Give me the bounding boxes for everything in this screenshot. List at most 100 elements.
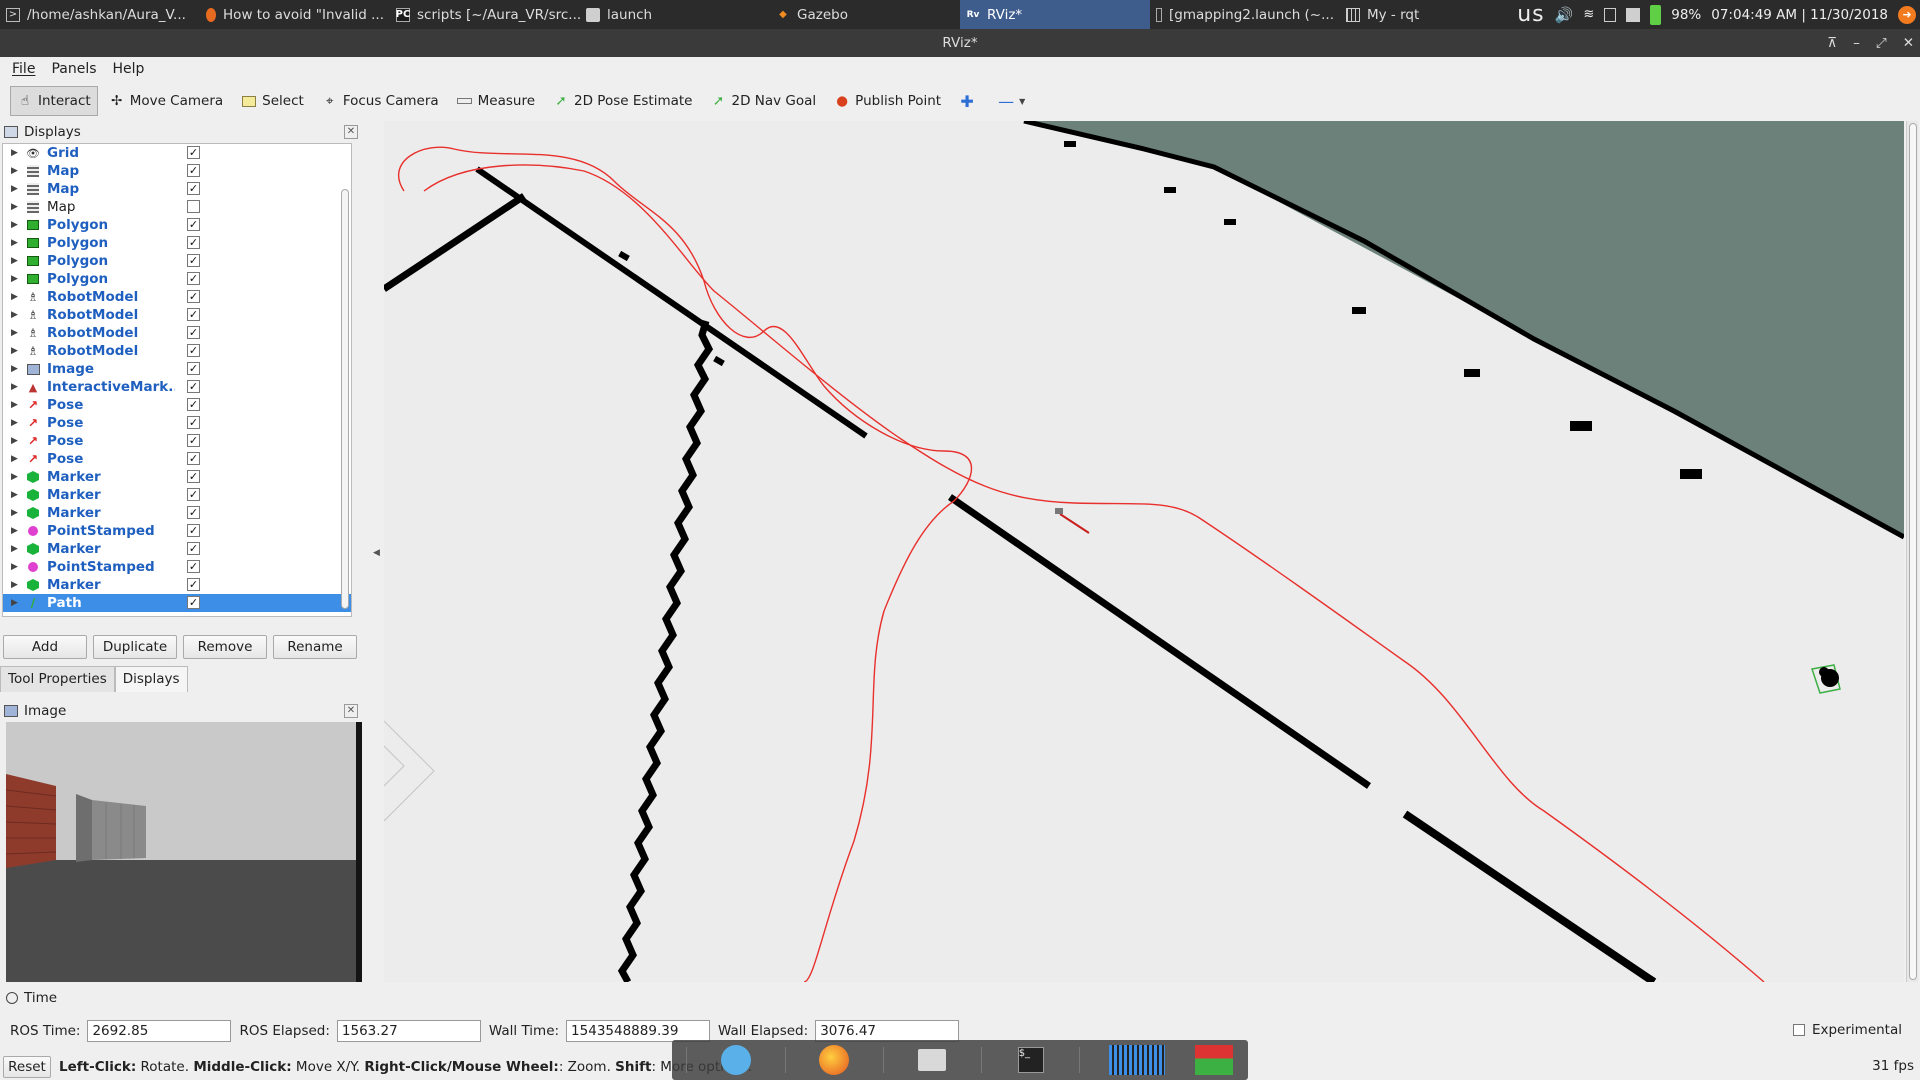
display-row-interactive[interactable]: ▶ ▲ InteractiveMark... ✓ [3, 378, 351, 396]
expand-arrow-icon[interactable]: ▶ [11, 256, 21, 266]
dock-system-monitor[interactable] [1108, 1043, 1165, 1077]
display-enabled-checkbox[interactable]: ✓ [187, 506, 200, 519]
expand-arrow-icon[interactable]: ▶ [11, 184, 21, 194]
rviz-3d-view[interactable] [384, 121, 1904, 982]
expand-arrow-icon[interactable]: ▶ [11, 508, 21, 518]
display-enabled-checkbox[interactable]: ✓ [187, 452, 200, 465]
expand-arrow-icon[interactable]: ▶ [11, 562, 21, 572]
display-enabled-checkbox[interactable]: ✓ [187, 308, 200, 321]
display-enabled-checkbox[interactable]: ✓ [187, 542, 200, 555]
dock-app-launcher[interactable] [716, 1043, 756, 1077]
expand-arrow-icon[interactable]: ▶ [11, 310, 21, 320]
focus-camera-tool[interactable]: ⌖ Focus Camera [315, 86, 446, 116]
expand-arrow-icon[interactable]: ▶ [11, 274, 21, 284]
display-enabled-checkbox[interactable] [187, 200, 200, 213]
expand-arrow-icon[interactable]: ▶ [11, 346, 21, 356]
display-row-polygon[interactable]: ▶ Polygon ✓ [3, 216, 351, 234]
display-enabled-checkbox[interactable]: ✓ [187, 398, 200, 411]
expand-arrow-icon[interactable]: ▶ [11, 580, 21, 590]
task-pycharm[interactable]: PC scripts [~/Aura_VR/src... [390, 0, 580, 29]
expand-arrow-icon[interactable]: ▶ [11, 490, 21, 500]
volume-icon[interactable]: 🔊 [1555, 6, 1574, 24]
display-row-marker[interactable]: ▶ Marker ✓ [3, 468, 351, 486]
expand-arrow-icon[interactable]: ▶ [11, 526, 21, 536]
menu-help[interactable]: Help [113, 61, 145, 77]
expand-arrow-icon[interactable]: ▶ [11, 598, 21, 608]
display-enabled-checkbox[interactable]: ✓ [187, 344, 200, 357]
select-tool[interactable]: Select [234, 86, 311, 116]
display-row-robot[interactable]: ▶ ♗ RobotModel ✓ [3, 288, 351, 306]
display-row-pose[interactable]: ▶ ↗ Pose ✓ [3, 450, 351, 468]
display-row-marker[interactable]: ▶ Marker ✓ [3, 540, 351, 558]
close-icon[interactable]: ✕ [1903, 29, 1914, 57]
task-rviz[interactable]: Rv RViz* [960, 0, 1150, 29]
pose-estimate-tool[interactable]: ➚ 2D Pose Estimate [546, 86, 699, 116]
display-enabled-checkbox[interactable]: ✓ [187, 470, 200, 483]
display-row-grid[interactable]: ▶ 👁 Grid ✓ [3, 144, 351, 162]
expand-arrow-icon[interactable]: ▶ [11, 292, 21, 302]
task-rqt[interactable]: My - rqt [1340, 0, 1490, 29]
map-render[interactable] [384, 121, 1904, 982]
battery-icon[interactable] [1650, 4, 1662, 25]
close-icon[interactable]: ✕ [344, 704, 358, 718]
display-row-pose[interactable]: ▶ ↗ Pose ✓ [3, 414, 351, 432]
dock-network-monitor[interactable] [1194, 1043, 1234, 1077]
display-enabled-checkbox[interactable]: ✓ [187, 524, 200, 537]
window-titlebar[interactable]: RViz* ⊼ – ⤢ ✕ [0, 29, 1920, 57]
ros-time-field[interactable]: 2692.85 [87, 1020, 232, 1042]
add-display-button[interactable]: Add [3, 635, 87, 659]
display-row-pose[interactable]: ▶ ↗ Pose ✓ [3, 432, 351, 450]
display-enabled-checkbox[interactable]: ✓ [187, 560, 200, 573]
display-enabled-checkbox[interactable]: ✓ [187, 434, 200, 447]
menu-panels[interactable]: Panels [51, 61, 96, 77]
display-row-marker[interactable]: ▶ Marker ✓ [3, 504, 351, 522]
dock-terminal[interactable]: $_ [1011, 1043, 1051, 1077]
duplicate-display-button[interactable]: Duplicate [93, 635, 177, 659]
displays-tree[interactable]: ▶ 👁 Grid ✓ ▶ Map ✓ ▶ Map ✓ ▶ Map ▶ Polygon ✓ ▶ Polygon ✓ ▶… [2, 143, 352, 617]
maximize-icon[interactable]: ⤢ [1876, 29, 1887, 57]
nav-goal-tool[interactable]: ➚ 2D Nav Goal [704, 86, 824, 116]
display-enabled-checkbox[interactable]: ✓ [187, 254, 200, 267]
display-row-polygon[interactable]: ▶ Polygon ✓ [3, 252, 351, 270]
expand-arrow-icon[interactable]: ▶ [11, 436, 21, 446]
display-row-robot[interactable]: ▶ ♗ RobotModel ✓ [3, 342, 351, 360]
expand-arrow-icon[interactable]: ▶ [11, 472, 21, 482]
clock[interactable]: 07:04:49 AM | 11/30/2018 [1711, 7, 1888, 23]
expand-arrow-icon[interactable]: ▶ [11, 544, 21, 554]
displays-scrollbar[interactable] [341, 189, 349, 609]
wifi-icon[interactable]: ≋ [1583, 7, 1594, 22]
expand-arrow-icon[interactable]: ▶ [11, 202, 21, 212]
experimental-option[interactable]: Experimental [1792, 1022, 1902, 1038]
display-row-path[interactable]: ▶ ∕ Path ✓ [3, 594, 351, 612]
wall-time-field[interactable]: 1543548889.39 [566, 1020, 711, 1042]
tab-tool-properties[interactable]: Tool Properties [0, 666, 115, 692]
display-enabled-checkbox[interactable]: ✓ [187, 326, 200, 339]
task-gmapping[interactable]: [gmapping2.launch (~... [1150, 0, 1340, 29]
expand-arrow-icon[interactable]: ▶ [11, 328, 21, 338]
display-enabled-checkbox[interactable]: ✓ [187, 146, 200, 159]
display-row-polygon[interactable]: ▶ Polygon ✓ [3, 270, 351, 288]
display-row-map[interactable]: ▶ Map ✓ [3, 180, 351, 198]
task-files[interactable]: launch [580, 0, 770, 29]
display-enabled-checkbox[interactable]: ✓ [187, 596, 200, 609]
ros-elapsed-field[interactable]: 1563.27 [336, 1020, 481, 1042]
remove-display-button[interactable]: Remove [183, 635, 267, 659]
display-enabled-checkbox[interactable]: ✓ [187, 164, 200, 177]
expand-arrow-icon[interactable]: ▶ [11, 382, 21, 392]
display-enabled-checkbox[interactable]: ✓ [187, 578, 200, 591]
expand-arrow-icon[interactable]: ▶ [11, 454, 21, 464]
display-enabled-checkbox[interactable]: ✓ [187, 380, 200, 393]
display-row-robot[interactable]: ▶ ♗ RobotModel ✓ [3, 306, 351, 324]
dock-files[interactable] [912, 1043, 952, 1077]
minimize-icon[interactable]: – [1853, 29, 1860, 57]
display-row-marker[interactable]: ▶ Marker ✓ [3, 486, 351, 504]
expand-arrow-icon[interactable]: ▶ [11, 238, 21, 248]
display-row-point[interactable]: ▶ PointStamped ✓ [3, 522, 351, 540]
display-enabled-checkbox[interactable]: ✓ [187, 416, 200, 429]
reset-button[interactable]: Reset [3, 1056, 51, 1078]
display-enabled-checkbox[interactable]: ✓ [187, 290, 200, 303]
collapse-arrow-icon[interactable]: ◀ [373, 548, 380, 558]
publish-point-tool[interactable]: ● Publish Point [827, 86, 948, 116]
tab-displays[interactable]: Displays [114, 666, 188, 692]
move-camera-tool[interactable]: ✢ Move Camera [102, 86, 230, 116]
